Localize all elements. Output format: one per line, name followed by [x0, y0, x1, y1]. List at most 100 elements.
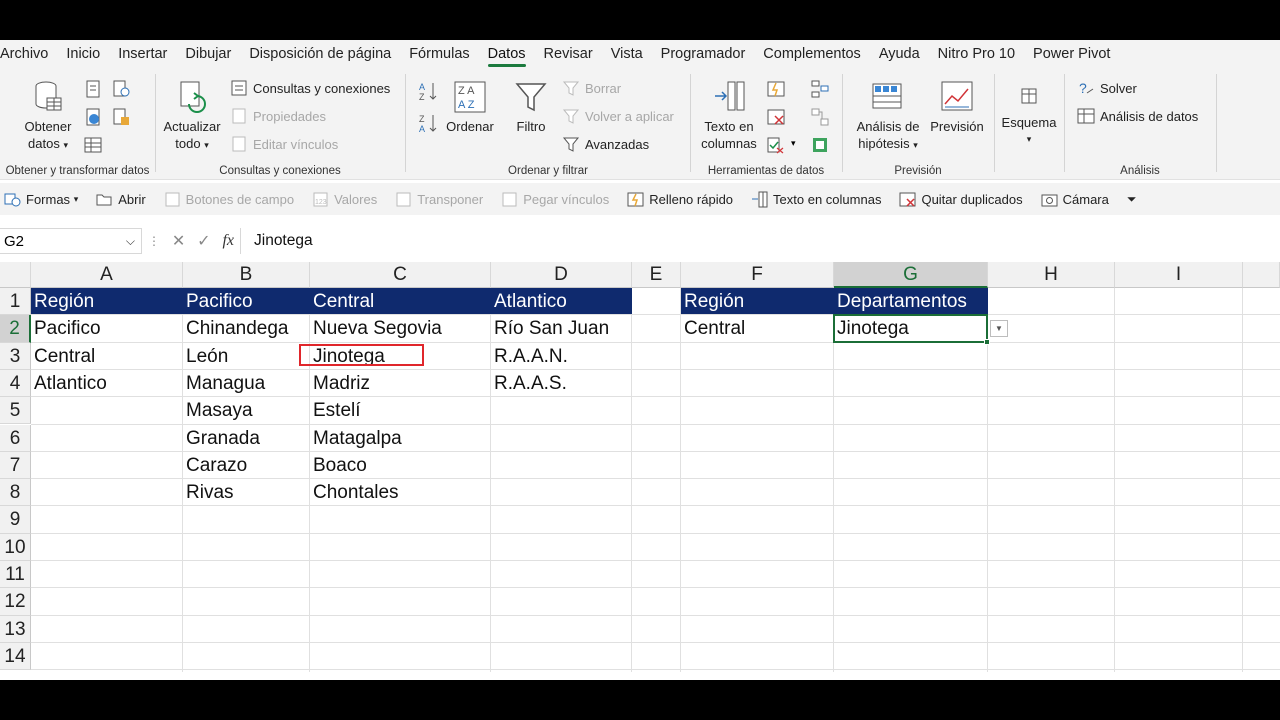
cell-c7[interactable]: Boaco [310, 452, 491, 479]
column-header-e[interactable]: E [632, 262, 681, 288]
get-data-button[interactable]: Obtener datos ▾ [20, 80, 76, 154]
from-table-icon[interactable] [84, 136, 102, 154]
data-analysis-button[interactable]: Análisis de datos [1077, 105, 1198, 127]
row-header-10[interactable]: 10 [0, 533, 31, 561]
column-header-g[interactable]: G [834, 262, 988, 288]
qat-flash-fill[interactable]: Relleno rápido [618, 191, 742, 208]
column-header-f[interactable]: F [681, 262, 834, 288]
row-header-13[interactable]: 13 [0, 615, 31, 643]
reapply-button[interactable]: Volver a aplicar [562, 105, 674, 127]
qat-shapes[interactable]: Formas ▾ [0, 191, 87, 208]
edit-links-button[interactable]: Editar vínculos [230, 133, 338, 155]
remove-duplicates-icon[interactable] [767, 108, 785, 126]
insert-function-icon[interactable]: fx [222, 232, 234, 250]
tab-programador[interactable]: Programador [652, 40, 755, 68]
select-all-corner[interactable] [0, 262, 31, 288]
row-header-2[interactable]: 2 [0, 315, 31, 343]
cell-c5[interactable]: Estelí [310, 397, 491, 424]
cell-a2[interactable]: Pacifico [31, 315, 183, 342]
tab-ayuda[interactable]: Ayuda [870, 40, 929, 68]
cell-f1[interactable]: Región [681, 288, 834, 315]
column-header-i[interactable]: I [1115, 262, 1243, 288]
refresh-all-button[interactable]: Actualizar todo ▾ [162, 80, 222, 154]
fill-handle[interactable] [984, 338, 990, 345]
cell-c2[interactable]: Nueva Segovia [310, 315, 491, 342]
properties-button[interactable]: Propiedades [230, 105, 326, 127]
enter-icon[interactable]: ✓ [197, 231, 210, 251]
text-to-columns-button[interactable]: Texto en columnas [697, 80, 761, 152]
tab-complementos[interactable]: Complementos [754, 40, 870, 68]
from-text-icon[interactable] [84, 80, 102, 98]
row-header-7[interactable]: 7 [0, 451, 31, 480]
recent-sources-icon[interactable] [112, 80, 130, 98]
tab-revisar[interactable]: Revisar [535, 40, 602, 68]
cell-a4[interactable]: Atlantico [31, 370, 183, 397]
tab-nitro[interactable]: Nitro Pro 10 [929, 40, 1024, 68]
cell-d1[interactable]: Atlantico [491, 288, 632, 315]
chevron-down-icon[interactable]: ⌵ [126, 234, 135, 249]
outline-button[interactable]: Esquema ▾ [999, 80, 1059, 148]
cell-b6[interactable]: Granada [183, 425, 310, 452]
tab-formulas[interactable]: Fórmulas [400, 40, 478, 68]
cell-g1[interactable]: Departamentos [834, 288, 988, 315]
qat-transpose[interactable]: Transponer [386, 191, 492, 208]
row-header-6[interactable]: 6 [0, 424, 31, 452]
tab-dibujar[interactable]: Dibujar [176, 40, 240, 68]
forecast-sheet-button[interactable]: Previsión [927, 80, 987, 135]
cell-a3[interactable]: Central [31, 343, 183, 370]
tab-insertar[interactable]: Insertar [109, 40, 176, 68]
filter-button[interactable]: Filtro [508, 80, 554, 135]
cancel-icon[interactable]: ✕ [172, 231, 185, 251]
column-header-a[interactable]: A [31, 262, 183, 288]
cell-b1[interactable]: Pacifico [183, 288, 310, 315]
row-header-5[interactable]: 5 [0, 397, 31, 425]
horizontal-scrollbar[interactable] [0, 672, 1280, 680]
consolidate-icon[interactable] [811, 80, 829, 98]
column-header-h[interactable]: H [988, 262, 1115, 288]
what-if-analysis-button[interactable]: Análisis de hipótesis ▾ [853, 80, 923, 154]
column-header-d[interactable]: D [491, 262, 632, 288]
cell-c8[interactable]: Chontales [310, 479, 491, 506]
cell-f2[interactable]: Central [681, 315, 834, 342]
chevron-down-icon[interactable]: ▾ [791, 138, 796, 149]
qat-open[interactable]: Abrir [87, 191, 154, 208]
qat-values[interactable]: 123 Valores [303, 191, 386, 208]
tab-datos[interactable]: Datos [479, 40, 535, 68]
row-header-9[interactable]: 9 [0, 506, 31, 534]
qat-paste-links[interactable]: Pegar vínculos [492, 191, 618, 208]
advanced-filter-button[interactable]: Avanzadas [562, 133, 649, 155]
cell-c6[interactable]: Matagalpa [310, 425, 491, 452]
cell-b4[interactable]: Managua [183, 370, 310, 397]
row-header-11[interactable]: 11 [0, 561, 31, 589]
tab-power-pivot[interactable]: Power Pivot [1024, 40, 1119, 68]
validation-dropdown-button[interactable]: ▼ [990, 320, 1008, 338]
cell-b3[interactable]: León [183, 343, 310, 370]
clear-filter-button[interactable]: Borrar [562, 77, 621, 99]
cell-c4[interactable]: Madriz [310, 370, 491, 397]
tab-vista[interactable]: Vista [602, 40, 652, 68]
existing-connections-icon[interactable] [112, 108, 130, 126]
cell-d2[interactable]: Río San Juan [491, 315, 632, 342]
column-header-c[interactable]: C [310, 262, 491, 288]
row-header-8[interactable]: 8 [0, 479, 31, 507]
row-header-3[interactable]: 3 [0, 342, 31, 370]
qat-text-to-columns[interactable]: Texto en columnas [742, 191, 890, 208]
sort-button[interactable]: Z A A Z Ordenar [444, 80, 496, 135]
cell-b5[interactable]: Masaya [183, 397, 310, 424]
tab-archivo[interactable]: Archivo [0, 40, 57, 68]
formula-input[interactable]: Jinotega [240, 228, 1280, 254]
row-header-1[interactable]: 1 [0, 288, 31, 316]
cell-d4[interactable]: R.A.A.S. [491, 370, 632, 397]
tab-disposicion[interactable]: Disposición de página [240, 40, 400, 68]
row-header-12[interactable]: 12 [0, 588, 31, 616]
qat-customize[interactable]: ⏷ [1118, 192, 1146, 207]
solver-button[interactable]: ? Solver [1077, 77, 1137, 99]
qat-camera[interactable]: Cámara [1032, 191, 1118, 208]
row-header-4[interactable]: 4 [0, 369, 31, 398]
queries-connections-button[interactable]: Consultas y conexiones [230, 77, 390, 99]
cell-b8[interactable]: Rivas [183, 479, 310, 506]
from-web-icon[interactable] [84, 108, 102, 126]
tab-inicio[interactable]: Inicio [57, 40, 109, 68]
data-validation-icon[interactable] [767, 136, 785, 154]
cell-b2[interactable]: Chinandega [183, 315, 310, 342]
